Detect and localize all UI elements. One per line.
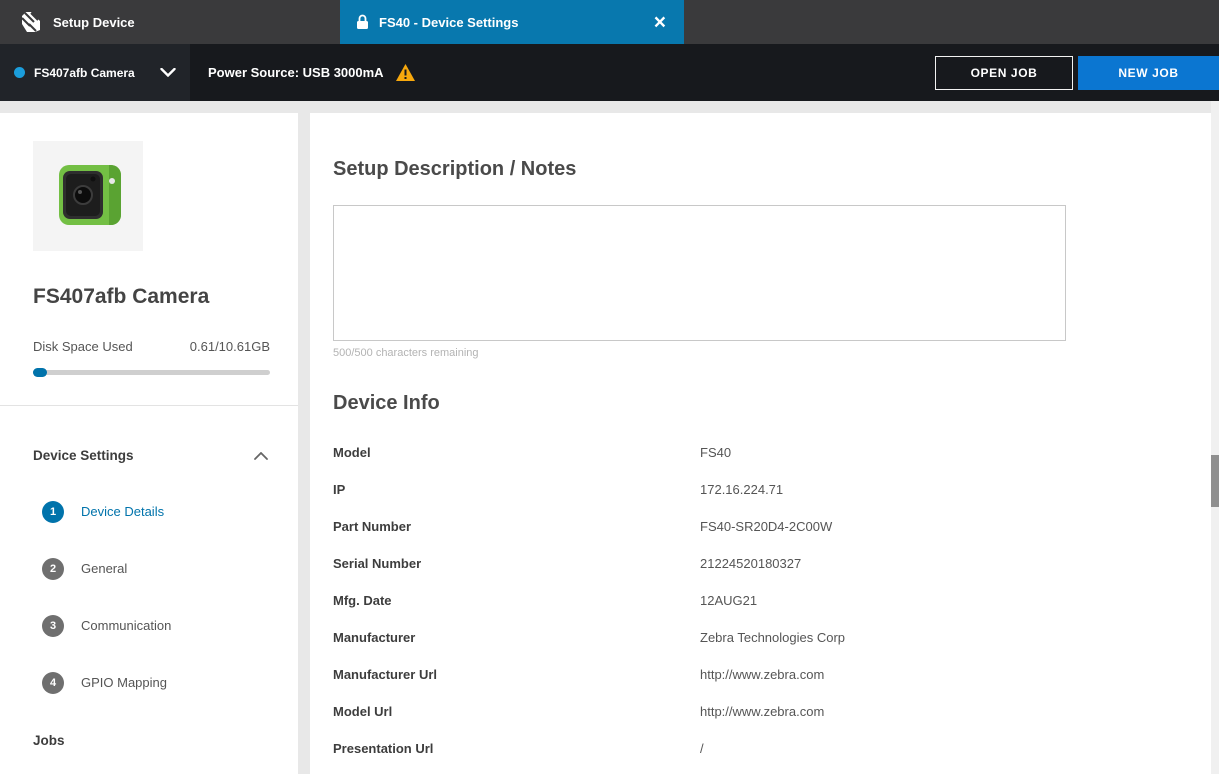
scrollbar-thumb[interactable] — [1211, 455, 1219, 507]
device-selector-label: FS407afb Camera — [34, 66, 151, 80]
divider — [0, 405, 298, 406]
disk-space-value: 0.61/10.61GB — [190, 339, 270, 354]
info-label: Manufacturer Url — [333, 667, 700, 682]
section-device-settings-label: Device Settings — [33, 448, 134, 463]
steps-nav: 1 Device Details 2 General 3 Communicati… — [0, 483, 298, 711]
toolbar: FS407afb Camera Power Source: USB 3000mA… — [0, 44, 1219, 101]
info-value: 12AUG21 — [700, 593, 757, 608]
section-jobs[interactable]: Jobs — [33, 733, 298, 748]
table-row: Presentation Url / — [333, 741, 1211, 756]
step-label: Communication — [81, 618, 171, 633]
info-label: Mfg. Date — [333, 593, 700, 608]
table-row: Manufacturer Url http://www.zebra.com — [333, 667, 1211, 682]
info-value: FS40-SR20D4-2C00W — [700, 519, 832, 534]
notes-helper: 500/500 characters remaining — [333, 347, 1211, 359]
main-panel: Setup Description / Notes 500/500 charac… — [310, 113, 1211, 774]
lock-icon — [356, 14, 369, 30]
table-row: Mfg. Date 12AUG21 — [333, 593, 1211, 608]
tab-bar: Setup Device FS40 - Device Settings × — [0, 0, 1219, 44]
step-number: 2 — [42, 558, 64, 580]
step-number: 4 — [42, 672, 64, 694]
info-label: Part Number — [333, 519, 700, 534]
device-selector-dropdown[interactable]: FS407afb Camera — [0, 44, 190, 101]
sidebar-item-device-details[interactable]: 1 Device Details — [0, 483, 298, 540]
power-source-status: Power Source: USB 3000mA — [208, 65, 384, 80]
step-label: General — [81, 561, 127, 576]
device-name: FS407afb Camera — [33, 285, 298, 309]
table-row: Manufacturer Zebra Technologies Corp — [333, 630, 1211, 645]
close-icon[interactable]: × — [652, 12, 668, 33]
sidebar-item-general[interactable]: 2 General — [0, 540, 298, 597]
notes-title: Setup Description / Notes — [333, 158, 1211, 181]
table-row: Model Url http://www.zebra.com — [333, 704, 1211, 719]
info-label: Serial Number — [333, 556, 700, 571]
tab-device-settings[interactable]: FS40 - Device Settings × — [340, 0, 684, 44]
warning-icon — [396, 64, 415, 81]
step-number: 3 — [42, 615, 64, 637]
info-value: / — [700, 741, 704, 756]
info-label: Manufacturer — [333, 630, 700, 645]
sidebar: FS407afb Camera Disk Space Used 0.61/10.… — [0, 113, 298, 774]
notes-textarea[interactable] — [333, 205, 1066, 341]
disk-usage-fill — [33, 368, 47, 377]
info-label: Presentation Url — [333, 741, 700, 756]
info-label: Model — [333, 445, 700, 460]
info-value: Zebra Technologies Corp — [700, 630, 845, 645]
scrollbar[interactable] — [1211, 101, 1219, 774]
table-row: Serial Number 21224520180327 — [333, 556, 1211, 571]
open-job-button[interactable]: OPEN JOB — [935, 56, 1073, 90]
camera-illustration — [33, 141, 143, 251]
device-info-table: Model FS40 IP 172.16.224.71 Part Number … — [333, 445, 1211, 756]
zebra-logo-icon — [18, 10, 42, 34]
chevron-up-icon — [254, 452, 268, 460]
disk-usage-bar — [33, 370, 270, 375]
disk-space-label: Disk Space Used — [33, 339, 133, 354]
device-info-title: Device Info — [333, 392, 1211, 415]
device-image — [33, 141, 143, 251]
step-label: GPIO Mapping — [81, 675, 167, 690]
table-row: Part Number FS40-SR20D4-2C00W — [333, 519, 1211, 534]
info-value: 21224520180327 — [700, 556, 801, 571]
step-number: 1 — [42, 501, 64, 523]
info-value: 172.16.224.71 — [700, 482, 783, 497]
info-value: http://www.zebra.com — [700, 704, 824, 719]
info-value: FS40 — [700, 445, 731, 460]
info-label: Model Url — [333, 704, 700, 719]
device-status-dot — [14, 67, 25, 78]
info-value: http://www.zebra.com — [700, 667, 824, 682]
sidebar-item-gpio-mapping[interactable]: 4 GPIO Mapping — [0, 654, 298, 711]
disk-space-row: Disk Space Used 0.61/10.61GB — [33, 339, 270, 354]
table-row: Model FS40 — [333, 445, 1211, 460]
tab-device-settings-label: FS40 - Device Settings — [379, 15, 642, 30]
tab-setup-device-label: Setup Device — [53, 15, 135, 30]
chevron-down-icon — [160, 68, 176, 77]
new-job-button[interactable]: NEW JOB — [1078, 56, 1219, 90]
sidebar-item-communication[interactable]: 3 Communication — [0, 597, 298, 654]
step-label: Device Details — [81, 504, 164, 519]
section-device-settings[interactable]: Device Settings — [33, 448, 268, 463]
table-row: IP 172.16.224.71 — [333, 482, 1211, 497]
info-label: IP — [333, 482, 700, 497]
tab-setup-device[interactable]: Setup Device — [0, 0, 340, 44]
